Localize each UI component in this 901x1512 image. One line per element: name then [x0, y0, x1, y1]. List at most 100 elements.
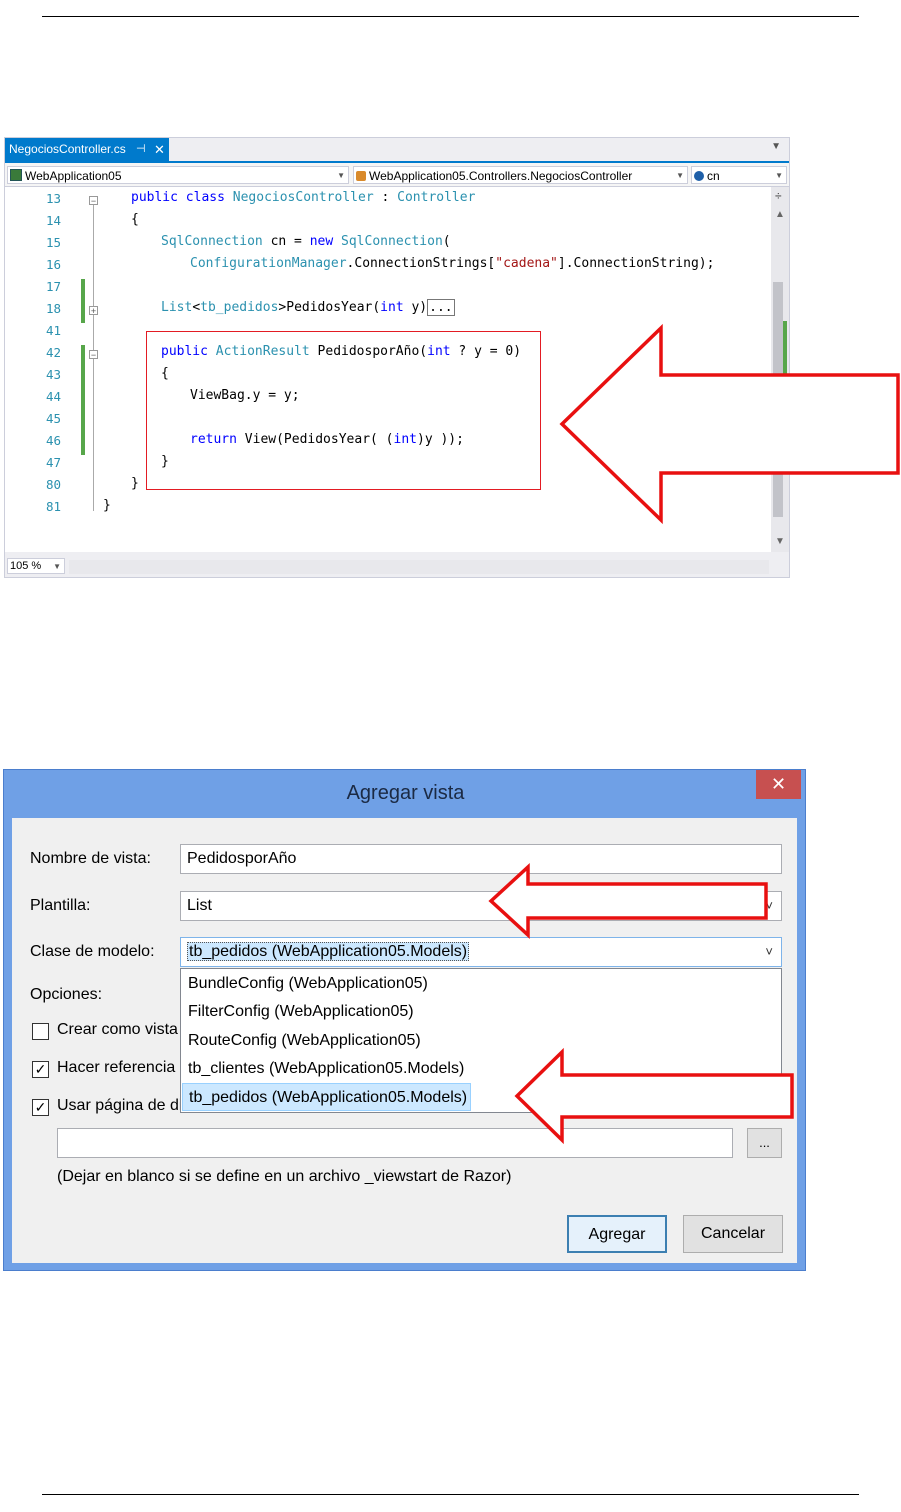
string-literal: "cadena"	[495, 256, 558, 271]
line-number: 13	[45, 191, 61, 206]
keyword: new	[309, 234, 334, 249]
chevron-down-icon: ▼	[337, 171, 345, 180]
list-item-selected[interactable]: tb_pedidos (WebApplication05.Models)	[182, 1083, 471, 1111]
line-number: 42	[45, 345, 61, 360]
editor-bottom-bar: 105 % ▼	[5, 552, 789, 577]
partial-view-label: Crear como vista	[57, 1021, 178, 1038]
project-combo-value: WebApplication05	[25, 169, 122, 183]
collapsed-region[interactable]: ...	[427, 299, 455, 316]
class-icon	[356, 171, 366, 181]
tab-strip: NegociosController.cs ⊣ ✕ ▼	[5, 138, 789, 163]
pointer-arrow-icon	[559, 323, 900, 525]
collapse-icon[interactable]: −	[89, 196, 98, 206]
scroll-up-icon[interactable]: ▲	[775, 209, 785, 220]
change-marker	[81, 345, 85, 455]
top-rule	[42, 16, 859, 17]
line-number: 44	[45, 389, 61, 404]
list-item[interactable]: FilterConfig (WebApplication05)	[182, 998, 780, 1026]
project-icon	[10, 169, 22, 181]
line-number: 14	[45, 213, 61, 228]
line-number: 43	[45, 367, 61, 382]
expand-icon[interactable]: +	[89, 306, 98, 316]
line-number: 16	[45, 257, 61, 272]
code-text: :	[373, 190, 398, 205]
close-button[interactable]: ✕	[756, 770, 801, 799]
line-number: 81	[45, 499, 61, 514]
code-text: >PedidosYear(	[278, 300, 381, 315]
code-line-18: List<tb_pedidos>PedidosYear(int y)...	[161, 297, 455, 319]
bottom-rule	[42, 1494, 859, 1495]
pointer-arrow-icon	[488, 863, 768, 939]
reference-libraries-checkbox[interactable]: ✓	[32, 1061, 49, 1078]
pin-icon[interactable]: ⊣	[136, 138, 146, 161]
keyword: public	[131, 190, 178, 205]
close-icon[interactable]: ✕	[154, 138, 165, 161]
view-name-value: PedidosporAño	[187, 850, 297, 867]
code-text: ].ConnectionString);	[557, 256, 715, 271]
type-name: tb_pedidos	[200, 300, 279, 315]
cancel-button[interactable]: Cancelar	[683, 1215, 783, 1253]
member-combo-value: cn	[707, 169, 720, 183]
chevron-down-icon: ▼	[53, 562, 61, 571]
line-number: 15	[45, 235, 61, 250]
type-name: NegociosController	[232, 190, 374, 205]
chevron-down-icon: ▼	[775, 171, 783, 180]
code-line-13: public class NegociosController : Contro…	[131, 187, 475, 209]
reference-libraries-label: Hacer referencia a	[57, 1059, 189, 1076]
field-icon	[694, 171, 704, 181]
line-number: 80	[45, 477, 61, 492]
code-text: cn =	[262, 234, 310, 249]
use-layout-label: Usar página de di	[57, 1097, 183, 1114]
scroll-down-icon[interactable]: ▼	[775, 536, 785, 547]
partial-view-checkbox[interactable]	[32, 1023, 49, 1040]
type-name: ConfigurationManager	[190, 256, 347, 271]
type-name: SqlConnection	[161, 234, 263, 249]
line-number: 17	[45, 279, 61, 294]
pointer-arrow-icon	[514, 1047, 794, 1145]
view-name-label: Nombre de vista:	[30, 850, 151, 867]
model-class-select[interactable]: tb_pedidos (WebApplication05.Models) ˅	[180, 937, 782, 967]
highlight-box	[146, 331, 541, 490]
template-value: List	[187, 897, 212, 914]
keyword: int	[380, 300, 404, 315]
tab-title: NegociosController.cs	[9, 142, 126, 156]
tab-negocios-controller[interactable]: NegociosController.cs ⊣ ✕	[5, 138, 169, 161]
model-class-value: tb_pedidos (WebApplication05.Models)	[187, 942, 470, 961]
line-number: 47	[45, 455, 61, 470]
model-class-label: Clase de modelo:	[30, 943, 155, 960]
type-name: List	[161, 300, 193, 315]
change-marker	[81, 279, 85, 301]
class-combo-value: WebApplication05.Controllers.NegociosCon…	[369, 169, 633, 183]
dialog-title: Agregar vista	[346, 782, 465, 804]
code-line-16: ConfigurationManager.ConnectionStrings["…	[190, 253, 714, 275]
zoom-combo[interactable]: 105 % ▼	[7, 558, 65, 574]
cancel-button-label: Cancelar	[700, 1225, 766, 1242]
class-combo[interactable]: WebApplication05.Controllers.NegociosCon…	[353, 166, 688, 184]
chevron-down-icon[interactable]: ▼	[771, 141, 781, 152]
code-line-15: SqlConnection cn = new SqlConnection(	[161, 231, 451, 253]
split-icon[interactable]: ÷	[775, 189, 782, 203]
collapse-icon[interactable]: −	[89, 350, 98, 360]
horizontal-scrollbar[interactable]	[69, 560, 769, 574]
list-item[interactable]: BundleConfig (WebApplication05)	[182, 970, 780, 998]
keyword: class	[185, 190, 225, 205]
code-line-81: }	[103, 498, 111, 513]
add-view-dialog: Agregar vista ✕ Nombre de vista: Pedidos…	[3, 769, 806, 1271]
options-label: Opciones:	[30, 986, 103, 1003]
change-marker	[81, 301, 85, 323]
add-button[interactable]: Agregar	[567, 1215, 667, 1253]
line-number: 46	[45, 433, 61, 448]
code-text: <	[192, 300, 201, 315]
code-text: .ConnectionStrings[	[346, 256, 496, 271]
line-number: 18	[45, 301, 61, 316]
project-combo[interactable]: WebApplication05 ▼	[7, 166, 349, 184]
chevron-down-icon: ˅	[765, 944, 773, 959]
close-icon: ✕	[770, 774, 787, 794]
line-number: 45	[45, 411, 61, 426]
add-button-label: Agregar	[588, 1226, 646, 1243]
member-combo[interactable]: cn ▼	[691, 166, 787, 184]
layout-hint: (Dejar en blanco si se define en un arch…	[57, 1168, 512, 1185]
use-layout-checkbox[interactable]: ✓	[32, 1099, 49, 1116]
chevron-down-icon: ▼	[676, 171, 684, 180]
type-name: Controller	[397, 190, 476, 205]
